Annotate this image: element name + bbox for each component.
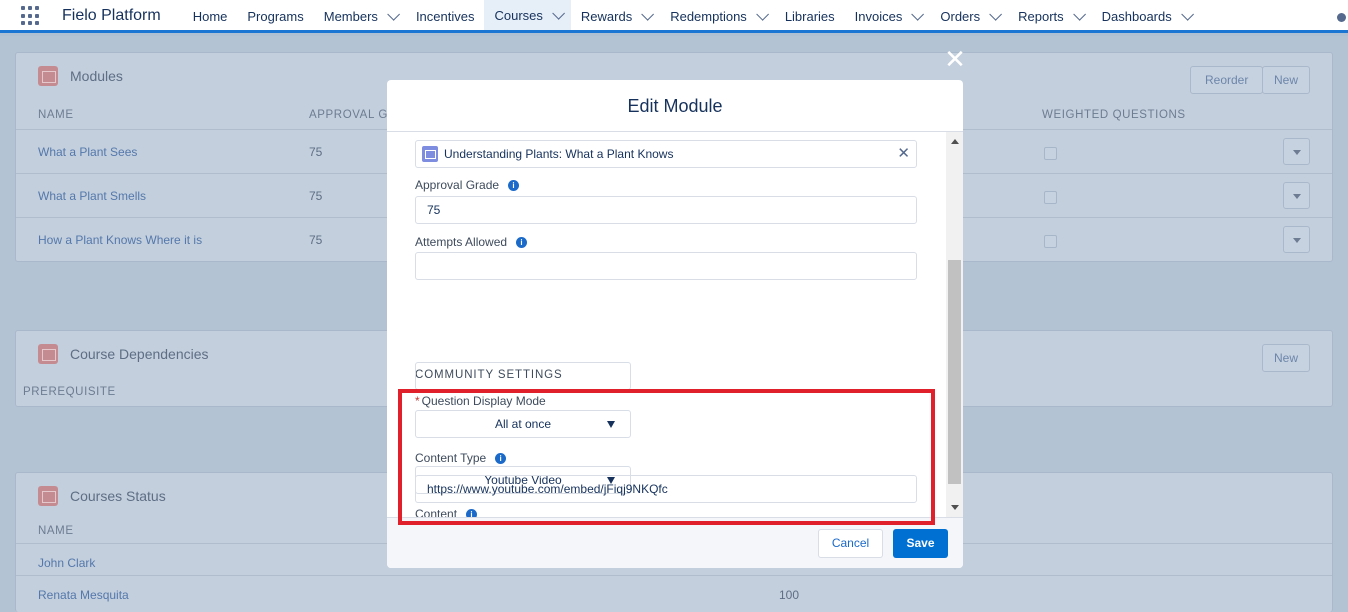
card-title: Course Dependencies	[70, 346, 209, 362]
approval-grade-label-row: Approval Grade i	[415, 178, 520, 192]
app-name: Fielo Platform	[62, 7, 161, 24]
nav-item-label: Programs	[247, 9, 304, 24]
nav-item-label: Home	[192, 9, 228, 24]
chevron-down-icon[interactable]	[641, 8, 655, 21]
module-link[interactable]: How a Plant Knows Where it is	[38, 233, 202, 247]
nav-item-invoices[interactable]: Invoices	[845, 0, 931, 33]
nav-item-label: Reports	[1018, 9, 1064, 24]
course-object-icon	[422, 146, 438, 162]
nav-item-label: Libraries	[784, 9, 835, 24]
approval-grade-input[interactable]: 75	[415, 196, 917, 224]
nav-item-reports[interactable]: Reports	[1008, 0, 1092, 33]
chevron-down-icon[interactable]	[552, 6, 565, 20]
nav-item-label: Members	[323, 9, 378, 24]
column-header-prerequisite[interactable]: PREREQUISITE	[23, 386, 116, 398]
chevron-down-icon[interactable]	[1072, 8, 1086, 21]
chevron-down-icon[interactable]	[756, 8, 769, 21]
global-nav-bar: Fielo Platform Home Programs Members Inc…	[0, 0, 1348, 33]
weighted-checkbox	[1044, 235, 1057, 248]
approval-value: 75	[309, 189, 323, 203]
approval-value: 75	[309, 233, 323, 247]
nav-item-label: Courses	[494, 7, 543, 23]
chevron-down-icon[interactable]	[911, 8, 925, 21]
weighted-checkbox	[1044, 147, 1057, 160]
card-title: Modules	[70, 68, 123, 84]
approval-value: 75	[309, 145, 323, 159]
nav-item-libraries[interactable]: Libraries	[775, 0, 845, 33]
nav-item-label: Orders	[940, 9, 981, 24]
status-value: 100	[779, 588, 800, 602]
nav-item-label: Redemptions	[670, 9, 747, 24]
course-lookup-pill[interactable]: Understanding Plants: What a Plant Knows…	[415, 140, 917, 168]
chevron-down-icon[interactable]	[989, 8, 1003, 21]
member-link[interactable]: Renata Mesquita	[38, 588, 129, 602]
scroll-up-icon[interactable]	[951, 139, 959, 144]
info-icon[interactable]: i	[508, 179, 520, 191]
chevron-down-icon[interactable]	[1181, 8, 1194, 21]
attempts-label-row: Attempts Allowed i	[415, 235, 528, 249]
approval-grade-label: Approval Grade	[415, 178, 500, 192]
nav-item-rewards[interactable]: Rewards	[571, 0, 660, 33]
nav-item-redemptions[interactable]: Redemptions	[660, 0, 775, 33]
card-title: Courses Status	[70, 488, 166, 504]
nav-item-incentives[interactable]: Incentives	[406, 0, 485, 33]
attempts-allowed-input[interactable]	[415, 252, 917, 280]
column-header-weighted[interactable]: WEIGHTED QUESTIONS	[1042, 109, 1186, 121]
table-row: Renata Mesquita 100	[16, 575, 1332, 612]
row-actions-button[interactable]	[1283, 138, 1310, 165]
save-button[interactable]: Save	[893, 529, 948, 558]
cancel-button[interactable]: Cancel	[818, 529, 883, 558]
column-header-name[interactable]: NAME	[38, 109, 74, 121]
nav-item-label: Dashboards	[1101, 9, 1172, 24]
clear-selection-icon[interactable]: ✕	[897, 144, 910, 162]
nav-item-orders[interactable]: Orders	[930, 0, 1008, 33]
row-actions-button[interactable]	[1283, 182, 1310, 209]
status-object-icon	[38, 486, 58, 506]
chevron-down-icon[interactable]	[387, 8, 400, 21]
scrollbar-thumb[interactable]	[948, 260, 961, 484]
new-dependency-button[interactable]: New	[1262, 344, 1310, 372]
course-lookup-value: Understanding Plants: What a Plant Knows	[444, 147, 674, 161]
column-header-approval[interactable]: APPROVAL G	[309, 109, 388, 121]
nav-item-label: Rewards	[580, 9, 633, 24]
question-display-mode-select[interactable]	[415, 362, 631, 390]
row-actions-button[interactable]	[1283, 226, 1310, 253]
modal-title: Edit Module	[387, 80, 963, 132]
column-header-name[interactable]: NAME	[38, 525, 74, 537]
nav-item-courses[interactable]: Courses	[484, 0, 571, 33]
attempts-allowed-label: Attempts Allowed	[415, 235, 508, 249]
modal-scrollbar[interactable]	[946, 132, 963, 517]
info-icon[interactable]: i	[516, 236, 528, 248]
nav-overflow-icon[interactable]	[1337, 13, 1346, 22]
module-link[interactable]: What a Plant Smells	[38, 189, 146, 203]
nav-item-label: Incentives	[415, 9, 475, 24]
nav-item-label: Invoices	[854, 9, 903, 24]
weighted-checkbox	[1044, 191, 1057, 204]
member-link[interactable]: John Clark	[38, 556, 95, 570]
nav-item-home[interactable]: Home	[183, 0, 238, 33]
dependency-object-icon	[38, 344, 58, 364]
new-module-button[interactable]: New	[1262, 66, 1310, 94]
close-icon[interactable]: ✕	[944, 46, 966, 72]
module-object-icon	[38, 66, 58, 86]
annotation-highlight-box	[398, 389, 935, 525]
nav-item-members[interactable]: Members	[314, 0, 406, 33]
module-link[interactable]: What a Plant Sees	[38, 145, 137, 159]
app-launcher-icon[interactable]	[21, 6, 41, 26]
reorder-button[interactable]: Reorder	[1190, 66, 1264, 94]
scroll-down-icon[interactable]	[951, 505, 959, 510]
nav-item-dashboards[interactable]: Dashboards	[1092, 0, 1200, 33]
nav-item-programs[interactable]: Programs	[237, 0, 313, 33]
